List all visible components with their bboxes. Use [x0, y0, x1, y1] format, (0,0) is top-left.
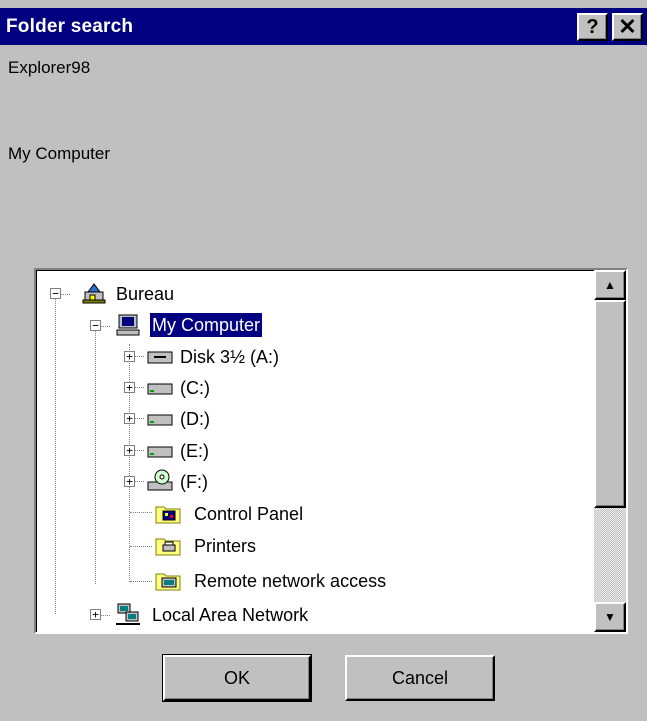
control-panel-folder-icon: [155, 506, 181, 524]
tree-item-label: Printers: [194, 536, 257, 556]
help-button[interactable]: ?: [577, 12, 608, 41]
title-bar[interactable]: Folder search ? ✕: [0, 8, 647, 45]
expand-icon[interactable]: +: [124, 382, 135, 393]
printers-folder-icon: [155, 538, 181, 556]
hard-drive-icon: [147, 383, 173, 395]
expand-icon[interactable]: +: [124, 351, 135, 362]
expand-icon[interactable]: +: [124, 476, 135, 487]
tree-item-label: (E:): [180, 441, 209, 461]
tree-item-remote-network-access[interactable]: Remote network access: [36, 566, 436, 596]
hard-drive-icon: [147, 446, 173, 458]
tree-item-label: Control Panel: [194, 504, 304, 524]
network-icon: [116, 603, 140, 625]
tree-item-label: (F:): [180, 472, 208, 492]
tree-item-my-computer[interactable]: − My Computer: [36, 311, 336, 341]
arrow-up-icon: ▲: [604, 278, 616, 292]
scroll-up-button[interactable]: ▲: [594, 270, 626, 300]
folder-tree-view[interactable]: − Bureau − My Computer + Disk 3½ (A:) + …: [34, 268, 628, 634]
tree-item-drive-d[interactable]: + (D:): [36, 404, 336, 434]
ok-button[interactable]: OK: [162, 654, 312, 702]
dialup-folder-icon: [155, 573, 181, 591]
tree-item-label: (D:): [180, 409, 210, 429]
close-button[interactable]: ✕: [612, 12, 643, 41]
tree-item-floppy-a[interactable]: + Disk 3½ (A:): [36, 342, 336, 372]
selected-folder-label: My Computer: [8, 144, 111, 163]
tree-item-label: Local Area Network: [152, 605, 309, 625]
expand-icon[interactable]: +: [124, 445, 135, 456]
expand-icon[interactable]: +: [124, 413, 135, 424]
tree-item-drive-f[interactable]: + (F:): [36, 467, 336, 497]
window-title: Folder search: [6, 15, 134, 37]
floppy-drive-icon: [147, 351, 173, 364]
vertical-scrollbar[interactable]: ▲ ▼: [594, 270, 626, 632]
computer-icon: [116, 314, 140, 336]
hard-drive-icon: [147, 414, 173, 426]
tree-item-label: Remote network access: [194, 571, 387, 591]
arrow-down-icon: ▼: [604, 610, 616, 624]
dialog-description: Explorer98: [8, 58, 91, 77]
tree-item-drive-c[interactable]: + (C:): [36, 373, 336, 403]
tree-item-control-panel[interactable]: Control Panel: [36, 499, 396, 529]
scroll-down-button[interactable]: ▼: [594, 602, 626, 632]
collapse-icon[interactable]: −: [50, 288, 61, 299]
desktop-icon: [82, 283, 106, 304]
tree-item-label: Bureau: [116, 284, 175, 304]
scrollbar-thumb[interactable]: [594, 300, 626, 508]
tree-item-local-area-network[interactable]: + Local Area Network: [36, 600, 436, 630]
cancel-button[interactable]: Cancel: [345, 655, 495, 701]
collapse-icon[interactable]: −: [90, 320, 101, 331]
expand-icon[interactable]: +: [90, 609, 101, 620]
tree-item-label: Disk 3½ (A:): [180, 347, 280, 367]
cd-drive-icon: [147, 469, 173, 491]
tree-item-drive-e[interactable]: + (E:): [36, 436, 336, 466]
tree-item-printers[interactable]: Printers: [36, 531, 396, 561]
tree-item-label: My Computer: [148, 312, 264, 338]
tree-item-label: (C:): [180, 378, 210, 398]
tree-content: − Bureau − My Computer + Disk 3½ (A:) + …: [36, 270, 596, 632]
tree-item-bureau[interactable]: − Bureau: [36, 279, 336, 309]
